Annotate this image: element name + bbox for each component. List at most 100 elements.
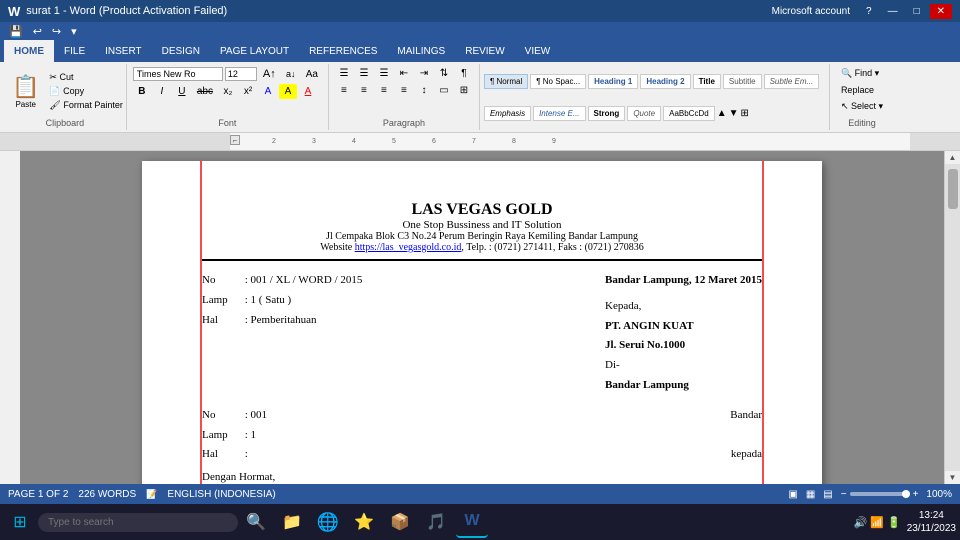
zoom-out-button[interactable]: − <box>841 489 847 500</box>
tab-marker[interactable]: ⌐ <box>230 135 240 145</box>
style-emphasis[interactable]: Emphasis <box>484 106 531 121</box>
zoom-slider-thumb[interactable] <box>902 490 910 498</box>
taskbar-star-icon[interactable]: ⭐ <box>348 506 380 538</box>
tab-page-layout[interactable]: PAGE LAYOUT <box>210 40 299 62</box>
numbering-button[interactable]: ☰ <box>355 66 373 81</box>
style-intense-e[interactable]: Intense E... <box>533 106 585 121</box>
style-heading1[interactable]: Heading 1 <box>588 74 638 89</box>
paste-button[interactable]: 📋 Paste <box>6 72 45 111</box>
tab-mailings[interactable]: MAILINGS <box>387 40 455 62</box>
text-effects-button[interactable]: A <box>259 84 277 99</box>
style-subtle-em[interactable]: Subtle Em... <box>764 74 820 89</box>
sort-button[interactable]: ⇅ <box>435 66 453 81</box>
increase-indent-button[interactable]: ⇥ <box>415 66 433 81</box>
decrease-indent-button[interactable]: ⇤ <box>395 66 413 81</box>
shading-button[interactable]: ▭ <box>435 83 453 98</box>
style-title[interactable]: Title <box>693 74 721 89</box>
font-size-input[interactable] <box>225 67 257 81</box>
center-button[interactable]: ≡ <box>355 83 373 98</box>
font-shrink-button[interactable]: a↓ <box>282 67 300 81</box>
taskbar-search-input[interactable] <box>38 513 238 532</box>
view-web-icon[interactable]: ▦ <box>806 489 815 500</box>
taskbar-dropbox-icon[interactable]: 📦 <box>384 506 416 538</box>
tab-review[interactable]: REVIEW <box>455 40 514 62</box>
font-color-button[interactable]: A <box>299 84 317 99</box>
replace-button[interactable]: Replace <box>836 83 888 97</box>
paste-label: Paste <box>15 100 35 109</box>
highlight-button[interactable]: A <box>279 84 297 99</box>
maximize-button[interactable]: □ <box>908 4 926 19</box>
help-button[interactable]: ? <box>860 4 878 19</box>
word-count: 226 WORDS <box>78 489 136 500</box>
font-name-input[interactable] <box>133 67 223 81</box>
style-heading2[interactable]: Heading 2 <box>640 74 690 89</box>
taskbar-search-icon[interactable]: 🔍 <box>240 506 272 538</box>
italic-button[interactable]: I <box>153 84 171 99</box>
close-button[interactable]: ✕ <box>930 4 952 19</box>
scroll-down-button[interactable]: ▼ <box>945 471 960 484</box>
taskbar-file-explorer-icon[interactable]: 📁 <box>276 506 308 538</box>
language-indicator[interactable]: ENGLISH (INDONESIA) <box>167 489 275 500</box>
ruler-mark-4: 4 <box>352 138 356 145</box>
align-right-button[interactable]: ≡ <box>375 83 393 98</box>
style-aabbccdd[interactable]: AaBbCcDd <box>663 106 715 121</box>
undo-quick-button[interactable]: ↩ <box>30 24 45 39</box>
strikethrough-button[interactable]: abc <box>193 84 217 99</box>
justify-button[interactable]: ≡ <box>395 83 413 98</box>
styles-scroll-down[interactable]: ▼ <box>729 108 739 119</box>
superscript-button[interactable]: x² <box>239 84 257 99</box>
copy-button[interactable]: 📄 Copy <box>48 85 123 98</box>
cut-button[interactable]: ✂ Cut <box>48 71 123 84</box>
subscript-button[interactable]: x₂ <box>219 84 237 99</box>
style-strong[interactable]: Strong <box>588 106 626 121</box>
bullets-button[interactable]: ☰ <box>335 66 353 81</box>
tab-references[interactable]: REFERENCES <box>299 40 387 62</box>
align-left-button[interactable]: ≡ <box>335 83 353 98</box>
select-button[interactable]: ↖ Select ▾ <box>836 99 888 114</box>
underline-button[interactable]: U <box>173 84 191 99</box>
di-label: Di- <box>605 356 762 376</box>
format-painter-button[interactable]: 🖌 Format Painter <box>48 99 123 112</box>
website-link[interactable]: https://las_vegasgold.co.id <box>355 242 462 253</box>
find-button[interactable]: 🔍 Find ▾ <box>836 66 888 81</box>
tab-design[interactable]: DESIGN <box>152 40 210 62</box>
kepada-label: Kepada, <box>605 297 762 317</box>
paste-icon: 📋 <box>12 74 39 100</box>
scroll-up-button[interactable]: ▲ <box>945 151 960 164</box>
style-no-spacing[interactable]: ¶ No Spac... <box>530 74 586 89</box>
start-button[interactable]: ⊞ <box>4 506 36 538</box>
bold-button[interactable]: B <box>133 84 151 99</box>
quick-access-dropdown[interactable]: ▾ <box>68 24 80 39</box>
save-quick-button[interactable]: 💾 <box>6 24 26 39</box>
zoom-control[interactable]: − + <box>841 489 919 500</box>
taskbar-word-icon[interactable]: W <box>456 506 488 538</box>
clear-formatting-button[interactable]: Aa <box>302 67 322 82</box>
styles-expand[interactable]: ⊞ <box>741 108 749 119</box>
styles-scroll-up[interactable]: ▲ <box>717 108 727 119</box>
document-area[interactable]: LAS VEGAS GOLD One Stop Bussiness and IT… <box>20 151 944 484</box>
redo-quick-button[interactable]: ↪ <box>49 24 64 39</box>
vertical-scrollbar[interactable]: ▲ ▼ <box>944 151 960 484</box>
view-read-icon[interactable]: ▤ <box>823 489 832 500</box>
taskbar-edge-icon[interactable]: 🌐 <box>312 506 344 538</box>
line-spacing-button[interactable]: ↕ <box>415 83 433 98</box>
style-normal[interactable]: ¶ Normal <box>484 74 528 89</box>
tab-home[interactable]: HOME <box>4 40 54 62</box>
scroll-track[interactable] <box>945 164 960 471</box>
borders-button[interactable]: ⊞ <box>455 83 473 98</box>
taskbar-music-icon[interactable]: 🎵 <box>420 506 452 538</box>
font-grow-button[interactable]: A↑ <box>259 66 280 82</box>
style-subtitle[interactable]: Subtitle <box>723 74 762 89</box>
view-normal-icon[interactable]: ▣ <box>788 489 797 500</box>
tab-view[interactable]: VIEW <box>515 40 561 62</box>
style-quote[interactable]: Quote <box>627 106 661 121</box>
show-hide-button[interactable]: ¶ <box>455 66 473 81</box>
title-bar-controls: Microsoft account ? — □ ✕ <box>766 4 952 19</box>
tab-insert[interactable]: INSERT <box>95 40 152 62</box>
zoom-slider[interactable] <box>850 492 910 496</box>
multilevel-button[interactable]: ☰ <box>375 66 393 81</box>
tab-file[interactable]: FILE <box>54 40 95 62</box>
zoom-in-button[interactable]: + <box>913 489 919 500</box>
scroll-thumb[interactable] <box>948 169 958 209</box>
minimize-button[interactable]: — <box>882 4 904 19</box>
